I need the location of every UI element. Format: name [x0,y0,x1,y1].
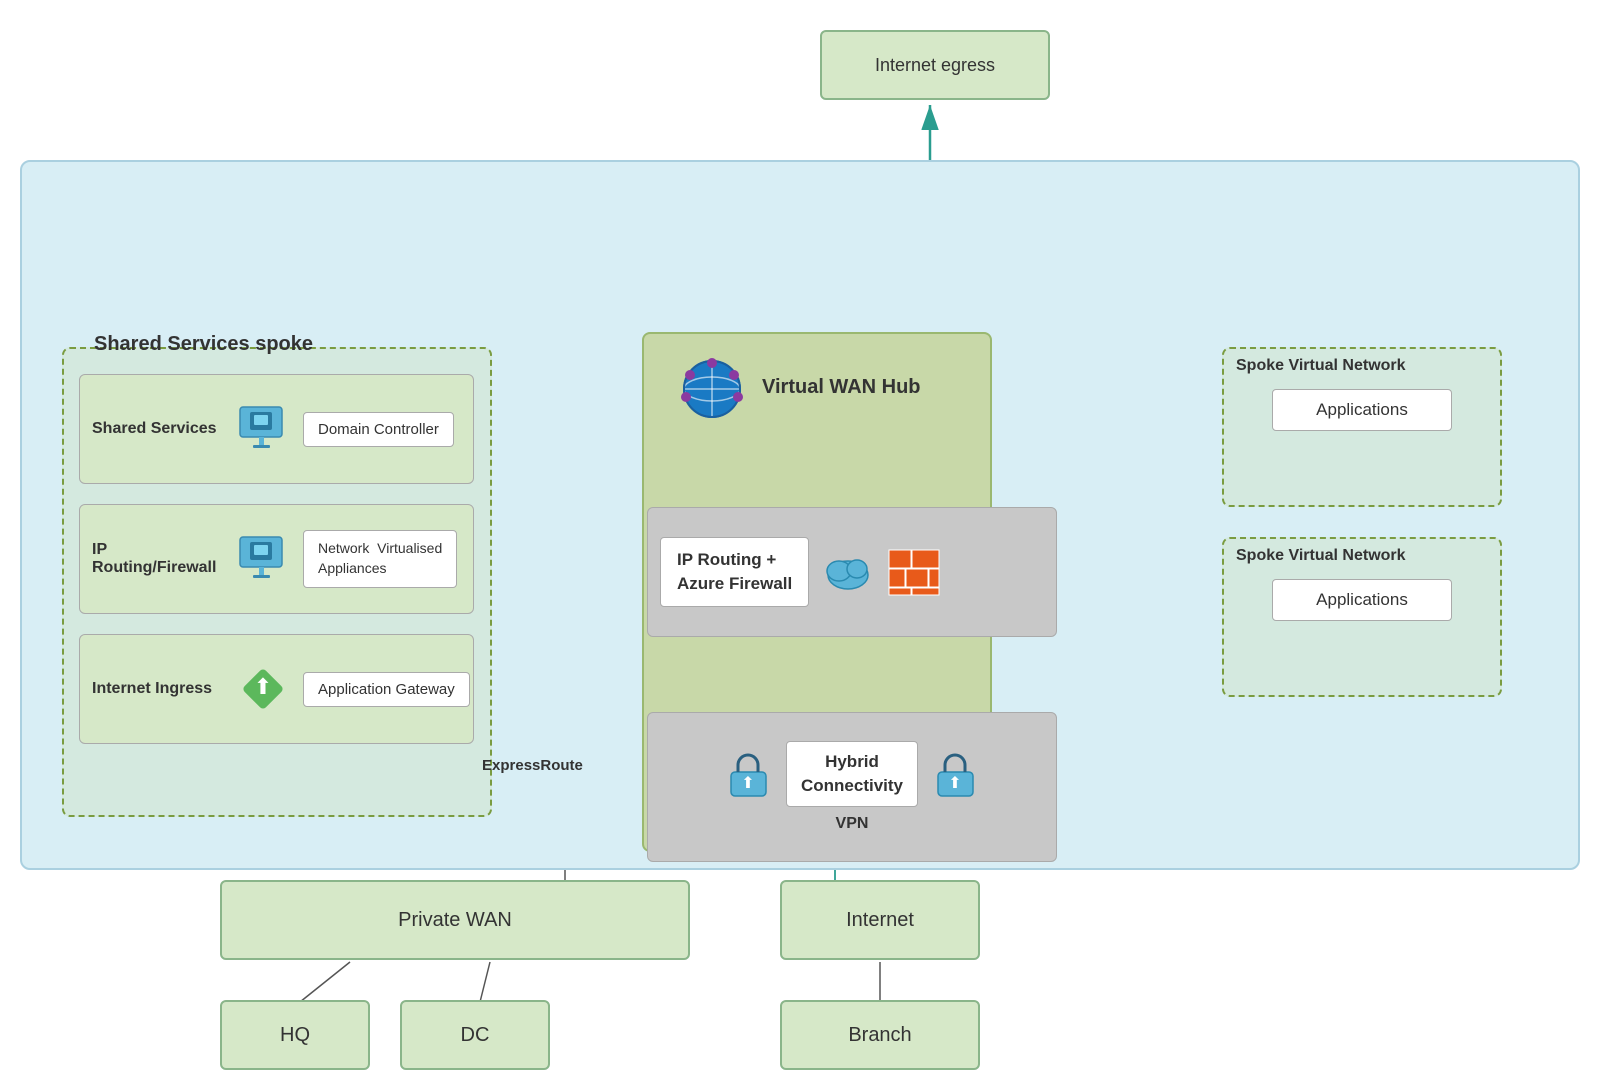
spoke-vnet-title-1: Spoke Virtual Network [1224,349,1500,375]
main-blue-container: Shared Services spoke Shared Services [20,160,1580,870]
branch-box: Branch [780,1000,980,1070]
network-appliances-box: Network VirtualisedAppliances [303,530,457,587]
firewall-icon [884,545,944,600]
ip-routing-azure-firewall-box: IP Routing +Azure Firewall [647,507,1057,637]
vwan-hub-header: Virtual WAN Hub [672,347,921,427]
applications-box-1: Applications [1272,389,1452,431]
ip-routing-firewall-label: IP Routing/Firewall [80,541,230,577]
spoke-vnet-title-2: Spoke Virtual Network [1224,539,1500,565]
spoke-vnet-box-1: Spoke Virtual Network Applications [1222,347,1502,507]
internet-egress-label: Internet egress [875,55,995,76]
dc-box: DC [400,1000,550,1070]
spoke-title: Shared Services spoke [94,333,313,356]
internet-ingress-label: Internet Ingress [80,680,230,698]
hybrid-connectivity-box: ⬆ HybridConnectivity ⬆ VPN [647,712,1057,862]
application-gateway-box: Application Gateway [303,672,470,707]
globe-icon [672,347,752,427]
private-wan-label: Private WAN [398,909,512,932]
spoke-vnet-box-2: Spoke Virtual Network Applications [1222,537,1502,697]
internet-egress-box: Internet egress [820,30,1050,100]
vpn-label: VPN [836,815,869,833]
shared-services-spoke: Shared Services spoke Shared Services [62,347,492,817]
hq-box: HQ [220,1000,370,1070]
internet-bottom-box: Internet [780,880,980,960]
vwan-hub-label: Virtual WAN Hub [762,376,921,399]
service-row-1: Shared Services Domain Controller [79,374,474,484]
svg-text:⬆: ⬆ [741,775,754,792]
hybrid-inner: ⬆ HybridConnectivity ⬆ [721,741,983,807]
vpn-lock-icon-right: ⬆ [928,747,983,802]
ip-routing-label: IP Routing +Azure Firewall [660,537,809,607]
service-row-2: IP Routing/Firewall Network VirtualisedA… [79,504,474,614]
shared-services-label: Shared Services [80,420,230,438]
monitor-icon-1 [230,397,295,462]
monitor-icon-2 [230,527,295,592]
private-wan-box: Private WAN [220,880,690,960]
hq-label: HQ [280,1024,310,1047]
diagram-container: { "title": "Azure Virtual WAN Architectu… [0,0,1600,1084]
branch-label: Branch [848,1024,911,1047]
dc-label: DC [461,1024,490,1047]
service-row-3: Internet Ingress ⬆ Application Gateway [79,634,474,744]
expressroute-label: ExpressRoute [482,757,583,774]
vpn-lock-icon-left: ⬆ [721,747,776,802]
applications-box-2: Applications [1272,579,1452,621]
svg-text:⬆: ⬆ [253,674,271,699]
azure-cloud-icon [821,545,876,600]
gateway-icon: ⬆ [230,657,295,722]
hybrid-connectivity-label: HybridConnectivity [801,752,903,795]
hybrid-text-box: HybridConnectivity [786,741,918,807]
internet-label: Internet [846,909,914,932]
svg-text:⬆: ⬆ [948,775,961,792]
domain-controller-box: Domain Controller [303,412,454,447]
